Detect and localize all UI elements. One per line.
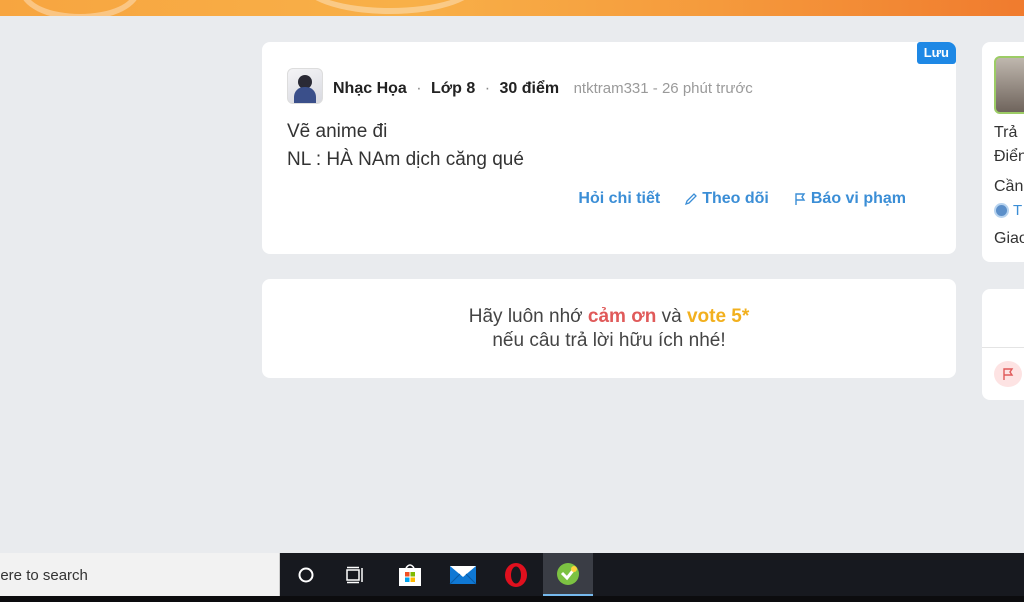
reminder-line-1: Hãy luôn nhớ cảm ơn và vote 5* xyxy=(468,306,750,327)
mail-icon xyxy=(449,565,477,584)
pen-icon xyxy=(685,193,698,206)
cortana-button[interactable] xyxy=(281,553,331,596)
follow-button[interactable]: Theo dõi xyxy=(684,190,769,208)
flag-icon xyxy=(1003,368,1014,380)
opera-icon xyxy=(505,562,527,587)
reminder-card: Hãy luôn nhớ cảm ơn và vote 5* nếu câu t… xyxy=(262,279,956,378)
answerer-avatar[interactable] xyxy=(994,56,1024,114)
question-actions: Hỏi chi tiết Theo dõi Báo vi phạm xyxy=(578,190,906,208)
subject-label[interactable]: Nhạc Họa xyxy=(333,80,407,97)
top-banner xyxy=(0,0,1024,16)
post-time: 26 phút trước xyxy=(661,80,753,97)
mail-button[interactable] xyxy=(438,553,488,596)
screen-bezel xyxy=(0,596,1024,602)
ask-detail-button[interactable]: Hỏi chi tiết xyxy=(578,190,660,208)
divider xyxy=(982,347,1024,348)
store-icon xyxy=(399,563,421,586)
browser-button[interactable] xyxy=(543,553,593,596)
task-view-button[interactable] xyxy=(331,553,381,596)
points-label: 30 điểm xyxy=(499,80,560,97)
opera-button[interactable] xyxy=(491,553,541,596)
side-text-4: Giao xyxy=(994,230,1024,247)
store-button[interactable] xyxy=(385,553,435,596)
rank-badge: T xyxy=(994,202,1022,219)
question-meta: Nhạc Họa · Lớp 8 · 30 điểm ntktram331 - … xyxy=(333,80,753,97)
reminder-line-2: nếu câu trả lời hữu ích nhé! xyxy=(492,330,726,351)
side-text-2: Điển xyxy=(994,148,1024,165)
browser-icon xyxy=(557,562,579,585)
flag-icon xyxy=(795,193,806,205)
report-button[interactable]: Báo vi phạm xyxy=(793,190,906,208)
grade-label[interactable]: Lớp 8 xyxy=(431,80,475,97)
asker-avatar[interactable] xyxy=(287,68,323,104)
side-action-card xyxy=(982,289,1024,400)
question-line: NL : HÀ NAm dịch căng qué xyxy=(287,149,524,170)
badge-icon xyxy=(994,203,1009,218)
question-body: Vẽ anime đi NL : HÀ NAm dịch căng qué xyxy=(287,118,524,174)
vote-text: vote 5* xyxy=(686,306,750,327)
taskbar: here to search xyxy=(0,553,1024,596)
side-answer-card: Trả Điển Cần T Giao xyxy=(982,42,1024,262)
search-placeholder: here to search xyxy=(0,567,88,584)
thanks-text: cảm ơn xyxy=(587,306,657,327)
side-text-3: Cần xyxy=(994,178,1024,195)
task-view-icon xyxy=(346,566,363,583)
cortana-icon xyxy=(298,567,314,582)
asker-username[interactable]: ntktram331 xyxy=(574,80,649,97)
save-button[interactable]: Lưu xyxy=(916,42,956,64)
report-flag-button[interactable] xyxy=(994,361,1022,387)
question-card: Lưu Nhạc Họa · Lớp 8 · 30 điểm ntktram33… xyxy=(262,42,956,254)
question-line: Vẽ anime đi xyxy=(287,121,388,142)
taskbar-search[interactable]: here to search xyxy=(0,553,280,596)
side-text-1: Trả xyxy=(994,124,1018,141)
